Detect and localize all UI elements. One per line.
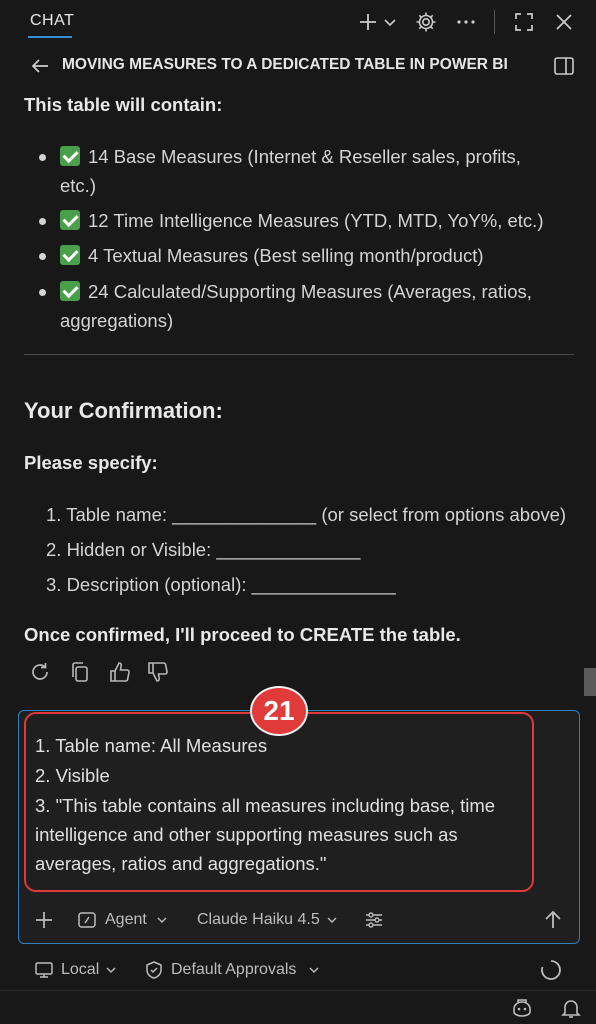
- list-item: 2. Hidden or Visible: ______________: [46, 539, 361, 560]
- list-item-text-cont: aggregations): [60, 310, 174, 331]
- list-item-text-cont: etc.): [60, 175, 96, 196]
- mode-picker[interactable]: Agent: [105, 911, 147, 929]
- copilot-icon[interactable]: [510, 996, 534, 1020]
- status-bar: Local Default Approvals: [0, 950, 596, 990]
- please-specify-label: Please specify:: [24, 452, 158, 473]
- copy-icon[interactable]: [68, 660, 92, 684]
- list-item-text: 24 Calculated/Supporting Measures (Avera…: [88, 281, 532, 302]
- chevron-down-icon[interactable]: [307, 961, 321, 979]
- send-arrow-icon[interactable]: [541, 908, 565, 932]
- checkmark-icon: [60, 245, 80, 265]
- divider: [0, 990, 596, 991]
- list-item: 3. Description (optional): _____________…: [46, 574, 396, 595]
- step-badge: 21: [250, 686, 308, 736]
- new-chat-icon[interactable]: [356, 10, 380, 34]
- model-picker[interactable]: Claude Haiku 4.5: [197, 911, 320, 929]
- chat-header: CHAT: [0, 0, 596, 44]
- conversation-title: MOVING MEASURES TO A DEDICATED TABLE IN …: [62, 56, 508, 73]
- list-item-text: 4 Textual Measures (Best selling month/p…: [88, 245, 484, 266]
- divider: [494, 10, 495, 34]
- chevron-down-icon[interactable]: [155, 911, 169, 929]
- list-item-text: 12 Time Intelligence Measures (YTD, MTD,…: [88, 210, 544, 231]
- loading-spinner-icon: [540, 959, 562, 981]
- divider: [24, 354, 574, 355]
- retry-icon[interactable]: [28, 660, 52, 684]
- chevron-down-icon[interactable]: [325, 911, 339, 929]
- sidebar-toggle-icon[interactable]: [552, 54, 576, 78]
- thumbs-up-icon[interactable]: [108, 660, 132, 684]
- monitor-icon[interactable]: [34, 960, 54, 980]
- approvals-picker[interactable]: Default Approvals: [171, 961, 296, 979]
- annotation-highlight: [24, 712, 534, 892]
- shield-icon[interactable]: [144, 960, 164, 980]
- confirmation-heading: Your Confirmation:: [24, 398, 223, 423]
- bullet-dot: [39, 154, 46, 161]
- tab-active-indicator: [28, 36, 72, 38]
- tools-settings-icon[interactable]: [363, 909, 385, 931]
- tab-chat[interactable]: CHAT: [30, 12, 74, 30]
- list-item: 1. Table name: ______________ (or select…: [46, 504, 567, 525]
- agent-mode-icon[interactable]: [77, 910, 97, 930]
- location-picker[interactable]: Local: [61, 961, 99, 979]
- closing-message: Once confirmed, I'll proceed to CREATE t…: [24, 624, 461, 645]
- chevron-down-icon[interactable]: [382, 10, 398, 34]
- back-arrow-icon[interactable]: [28, 54, 52, 78]
- more-icon[interactable]: [454, 10, 478, 34]
- chevron-down-icon[interactable]: [104, 961, 118, 979]
- checkmark-icon: [60, 210, 80, 230]
- checkmark-icon: [60, 281, 80, 301]
- gear-icon[interactable]: [414, 10, 438, 34]
- bell-icon[interactable]: [560, 996, 582, 1020]
- bullet-dot: [39, 218, 46, 225]
- thumbs-down-icon[interactable]: [146, 660, 170, 684]
- checkmark-icon: [60, 146, 80, 166]
- bullet-dot: [39, 289, 46, 296]
- close-icon[interactable]: [552, 10, 576, 34]
- scrollbar-thumb[interactable]: [584, 668, 596, 696]
- list-item-text: 14 Base Measures (Internet & Reseller sa…: [88, 146, 521, 167]
- maximize-icon[interactable]: [512, 10, 536, 34]
- attach-add-icon[interactable]: [33, 909, 55, 931]
- response-intro: This table will contain:: [24, 94, 223, 115]
- bullet-dot: [39, 253, 46, 260]
- conversation-titlebar: MOVING MEASURES TO A DEDICATED TABLE IN …: [0, 46, 596, 86]
